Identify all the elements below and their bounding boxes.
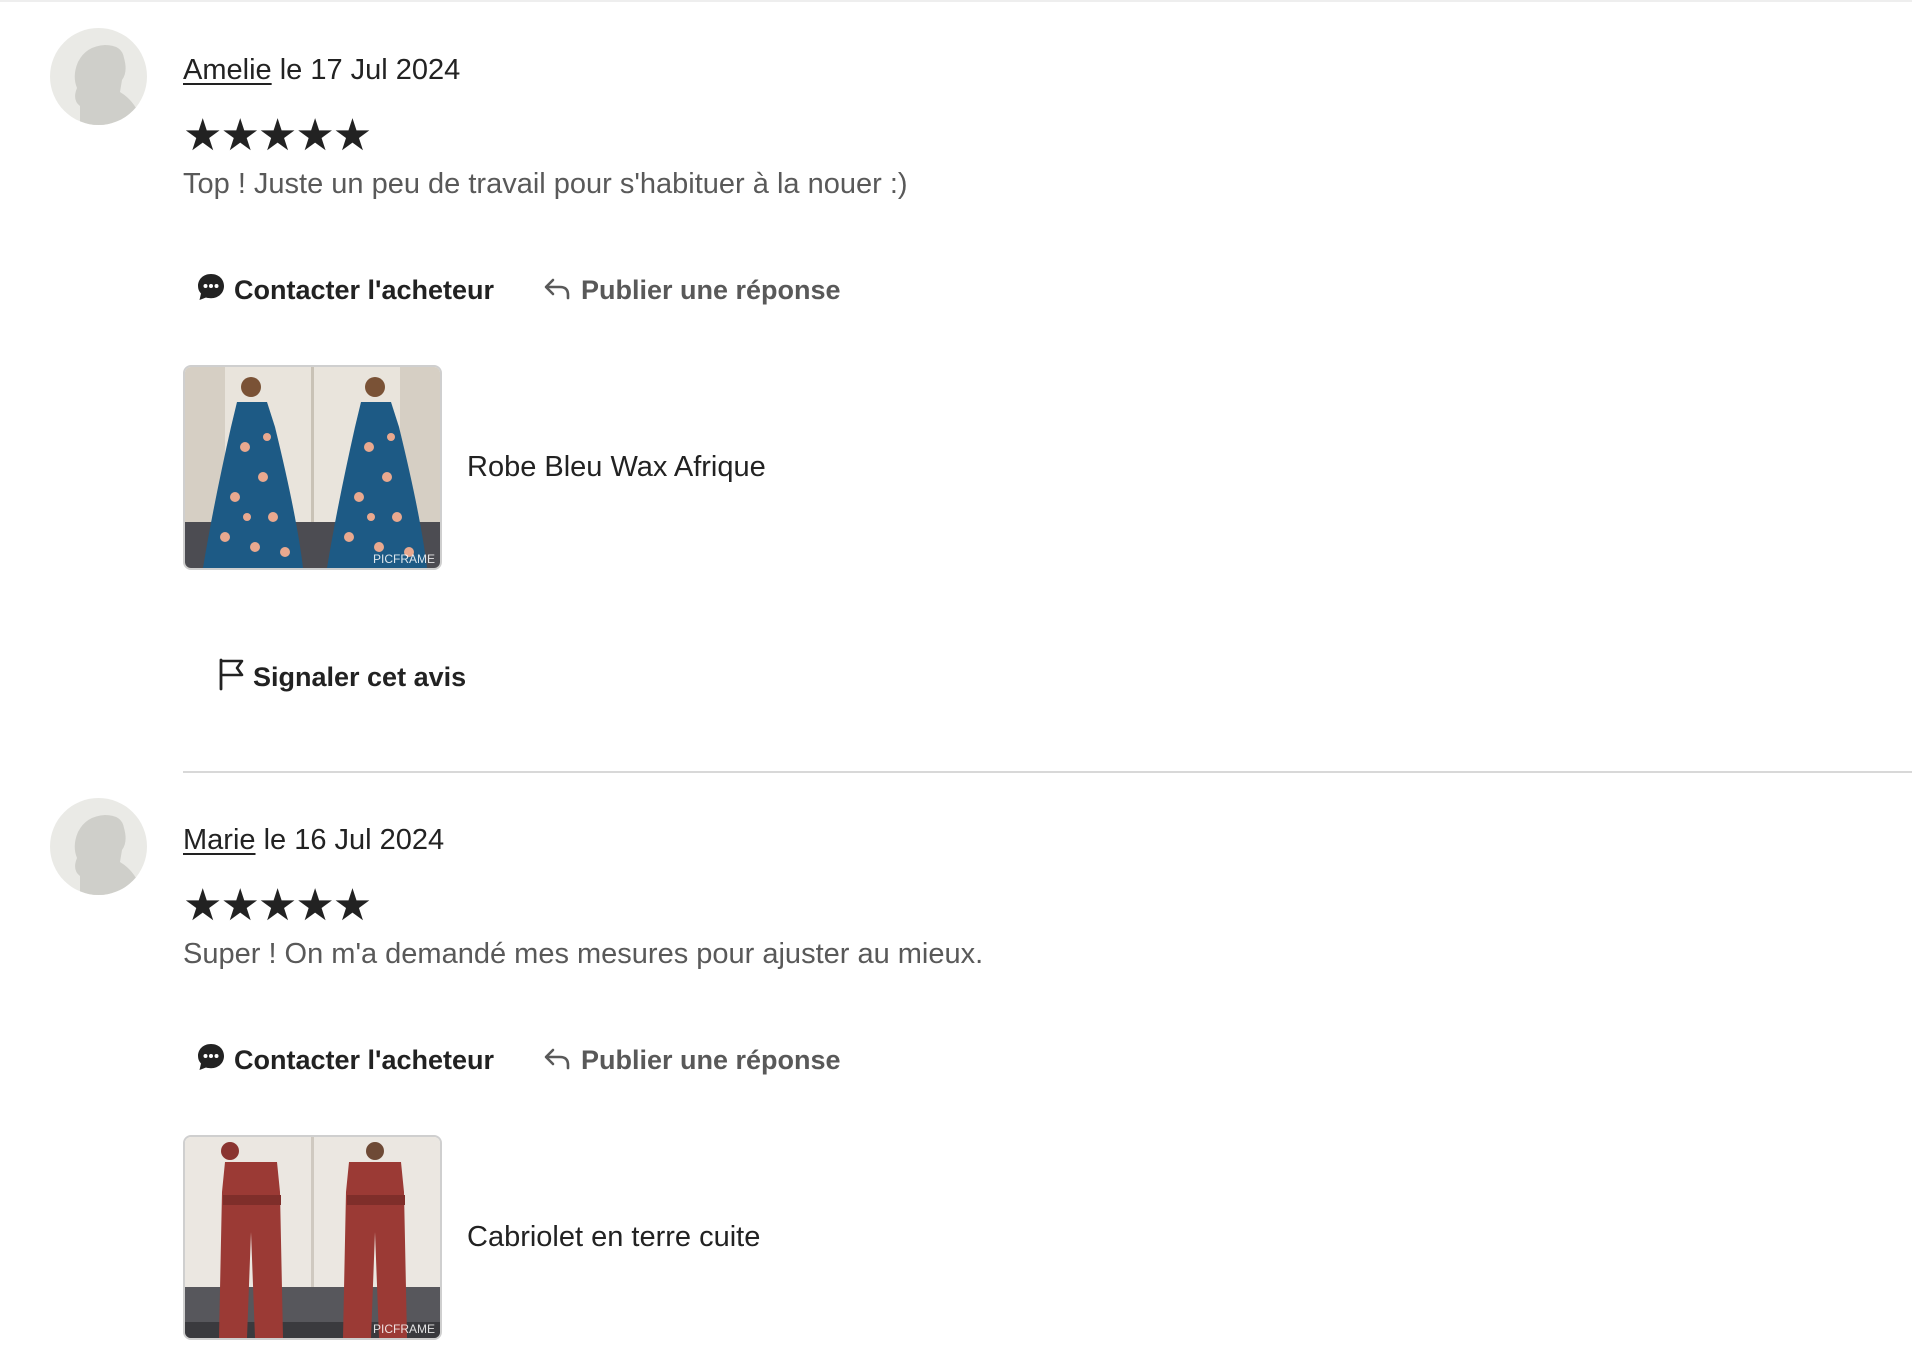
post-reply-button[interactable]: Publier une réponse [543, 272, 841, 309]
listing-title[interactable]: Cabriolet en terre cuite [467, 1221, 760, 1254]
post-reply-label: Publier une réponse [581, 1045, 841, 1075]
top-border [0, 0, 1912, 2]
review-text: Super ! On m'a demandé mes mesures pour … [183, 938, 984, 970]
reviewer-avatar[interactable] [50, 28, 147, 125]
contact-buyer-label: Contacter l'acheteur [234, 1045, 494, 1075]
review-header: Marie le 16 Jul 2024 [183, 822, 444, 858]
report-review-label: Signaler cet avis [253, 662, 467, 692]
star-rating: ★★★★★ [183, 880, 372, 931]
report-review-button[interactable]: Signaler cet avis [217, 657, 466, 698]
reviewer-avatar[interactable] [50, 798, 147, 895]
default-user-icon [74, 815, 136, 895]
review-date: le 17 Jul 2024 [279, 54, 461, 86]
default-user-icon [74, 45, 136, 125]
review-divider [183, 771, 1912, 773]
thumbnail-watermark: PICFRAME [373, 1322, 435, 1336]
chat-bubble-icon [196, 272, 226, 309]
listing-thumbnail[interactable]: PICFRAME [183, 365, 442, 570]
contact-buyer-button[interactable]: Contacter l'acheteur [196, 1042, 494, 1079]
purchased-listing[interactable]: PICFRAME Robe Bleu Wax Afrique [183, 365, 766, 570]
listing-thumbnail[interactable]: PICFRAME [183, 1135, 442, 1340]
thumbnail-watermark: PICFRAME [373, 552, 435, 566]
contact-buyer-label: Contacter l'acheteur [234, 275, 494, 305]
review-date: le 16 Jul 2024 [263, 824, 445, 856]
review-header: Amelie le 17 Jul 2024 [183, 52, 460, 88]
flag-icon [217, 657, 247, 698]
reply-arrow-icon [543, 272, 573, 309]
post-reply-button[interactable]: Publier une réponse [543, 1042, 841, 1079]
purchased-listing[interactable]: PICFRAME Cabriolet en terre cuite [183, 1135, 760, 1340]
contact-buyer-button[interactable]: Contacter l'acheteur [196, 272, 494, 309]
star-rating: ★★★★★ [183, 110, 372, 161]
listing-title[interactable]: Robe Bleu Wax Afrique [467, 451, 766, 484]
post-reply-label: Publier une réponse [581, 275, 841, 305]
chat-bubble-icon [196, 1042, 226, 1079]
reviewer-name-link[interactable]: Amelie [183, 54, 272, 86]
review-text: Top ! Juste un peu de travail pour s'hab… [183, 168, 908, 200]
reviewer-name-link[interactable]: Marie [183, 824, 256, 856]
reply-arrow-icon [543, 1042, 573, 1079]
